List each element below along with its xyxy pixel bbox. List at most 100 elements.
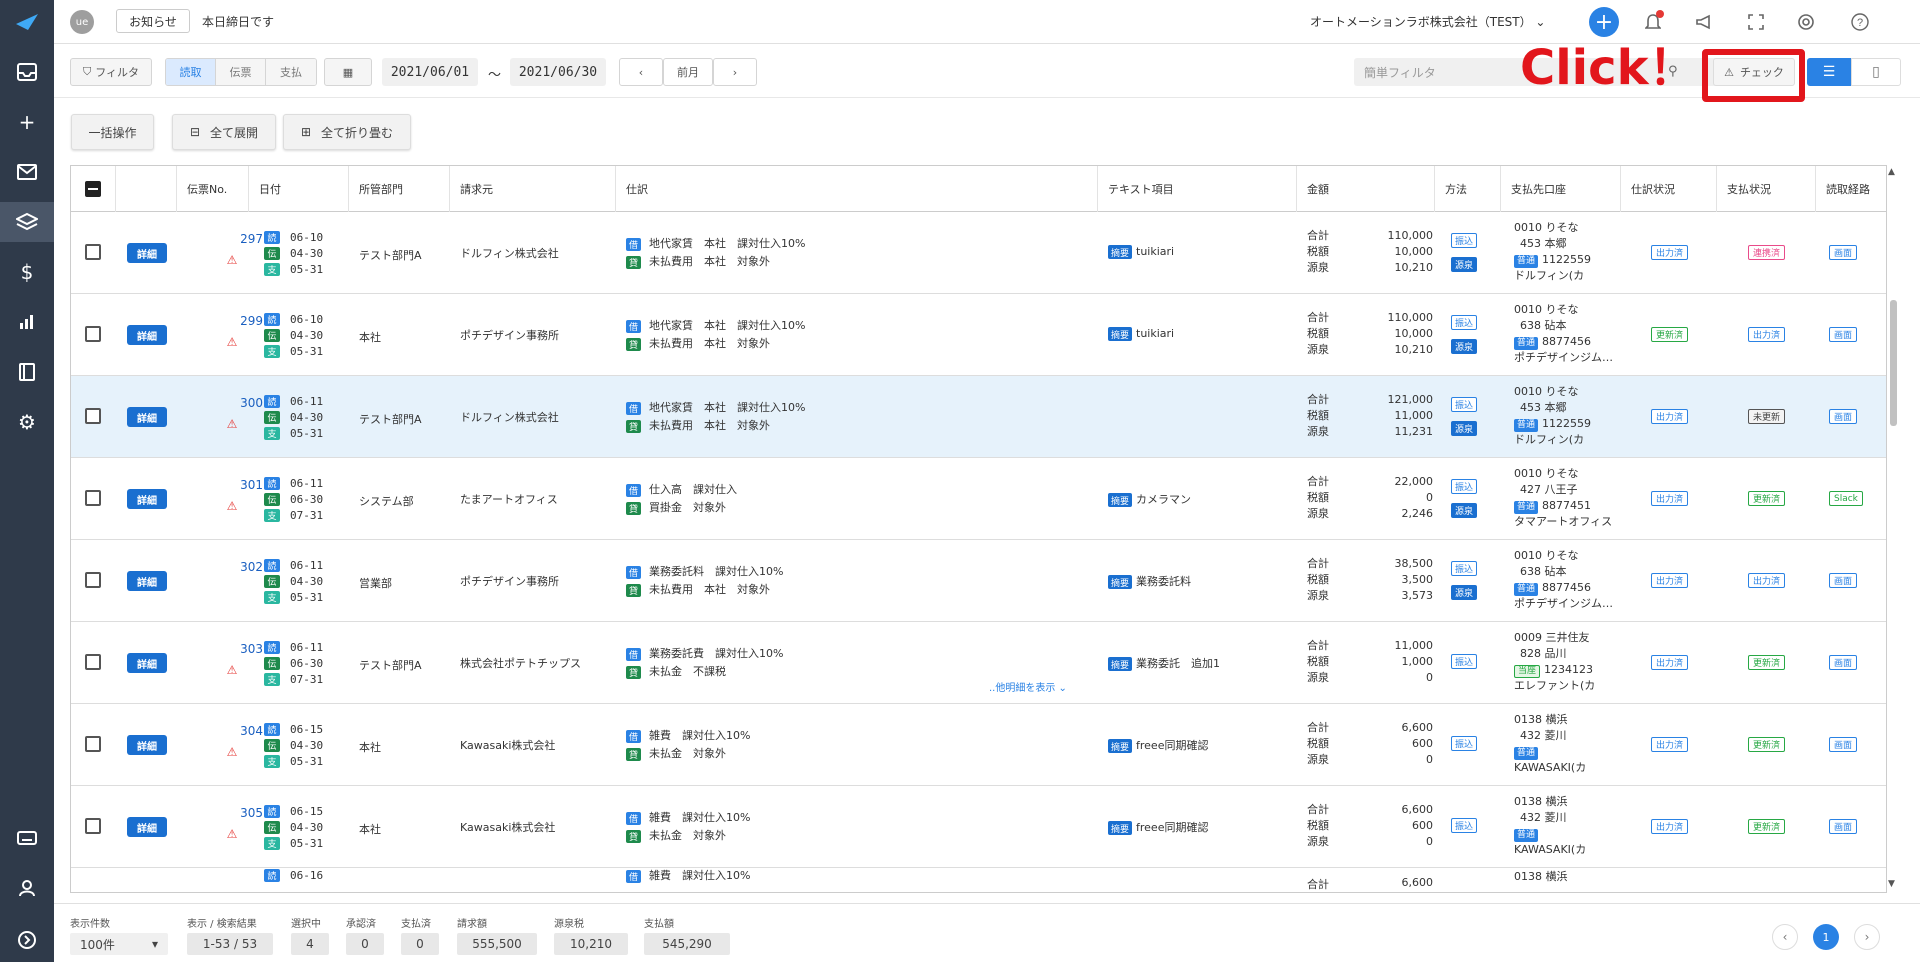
row-checkbox[interactable]	[85, 818, 101, 834]
voucher-number[interactable]: 302	[201, 560, 263, 574]
row-checkbox[interactable]	[85, 572, 101, 588]
detail-button[interactable]: 詳細	[127, 571, 167, 591]
voucher-number[interactable]: 300	[201, 396, 263, 410]
withholding-label: 源泉	[1307, 589, 1329, 602]
tax-value: 10,000	[1394, 327, 1434, 340]
col-journal[interactable]: 仕訳	[616, 166, 1098, 212]
next-icon[interactable]: ›	[713, 58, 757, 86]
total-label: 合計	[1307, 393, 1329, 406]
voucher-number[interactable]: 305	[201, 806, 263, 820]
voucher-number[interactable]: 301	[201, 478, 263, 492]
news-button[interactable]: お知らせ	[116, 9, 190, 33]
table-row[interactable]: 詳細 302 読 06-11 伝 04-30 支 05-31 営業部 ポチデザイン事務所 借業務委託…	[71, 540, 1886, 622]
row-checkbox[interactable]	[85, 408, 101, 424]
layers-icon[interactable]	[0, 202, 54, 242]
detail-button[interactable]: 詳細	[127, 325, 167, 345]
scroll-thumb[interactable]	[1890, 300, 1897, 426]
avatar[interactable]: ue	[70, 10, 94, 34]
detail-button[interactable]: 詳細	[127, 735, 167, 755]
account-block: 0009 三井住友 828 品川 当座 1234123 エレファント(カ	[1514, 630, 1595, 694]
detail-button[interactable]: 詳細	[127, 489, 167, 509]
voucher-number[interactable]: 304	[201, 724, 263, 738]
prev-month-button[interactable]: 前月	[663, 58, 713, 86]
per-page-select[interactable]: 100件 ▾	[70, 933, 168, 955]
row-checkbox[interactable]	[85, 244, 101, 260]
table-row[interactable]: 詳細 301 ⚠ 読 06-11 伝 06-30 支 07-31 システム部 たまアートオフィス 借仕…	[71, 458, 1886, 540]
settings-icon[interactable]: ⚙	[0, 402, 54, 442]
table-row[interactable]: 詳細 303 ⚠ 読 06-11 伝 06-30 支 07-31 テスト部門A 株式会社ポテトチップ…	[71, 622, 1886, 704]
row-checkbox[interactable]	[85, 654, 101, 670]
collapse-all-button[interactable]: ⊞ 全て折り畳む	[283, 114, 411, 150]
table-row[interactable]: 詳細 304 ⚠ 読 06-15 伝 04-30 支 05-31 本社 Kawasaki株式会社 借雑…	[71, 704, 1886, 786]
row-checkbox[interactable]	[85, 326, 101, 342]
prev-icon[interactable]: ‹	[619, 58, 663, 86]
calendar-icon[interactable]: ▦	[324, 58, 372, 86]
voucher-number[interactable]: 297	[201, 232, 263, 246]
scroll-up-icon[interactable]: ▲	[1888, 167, 1895, 177]
voucher-number[interactable]: 299	[201, 314, 263, 328]
show-more-link[interactable]: ..他明細を表示 ⌄	[989, 679, 1067, 694]
logout-icon[interactable]	[0, 920, 54, 960]
journal-credit: 貸未払金 不課税	[626, 663, 726, 679]
table-scrollbar[interactable]: ▲ ▼	[1887, 165, 1899, 893]
list-view-button[interactable]: ☰	[1807, 58, 1851, 86]
detail-button[interactable]: 詳細	[127, 817, 167, 837]
mail-icon[interactable]	[0, 152, 54, 192]
col-vendor[interactable]: 請求元	[450, 166, 616, 212]
seg-payment[interactable]: 支払	[266, 59, 316, 85]
keyboard-icon[interactable]	[0, 818, 54, 858]
seg-slip[interactable]: 伝票	[216, 59, 266, 85]
date-from-input[interactable]: 2021/06/01	[382, 58, 478, 86]
invoice-value: 555,500	[457, 933, 537, 955]
filter-button[interactable]: ⛉ フィルタ	[70, 58, 152, 86]
expand-all-button[interactable]: ⊟ 全て展開	[172, 114, 276, 150]
col-payment-status[interactable]: 支払状況	[1717, 166, 1816, 212]
voucher-number[interactable]: 303	[201, 642, 263, 656]
bulk-action-button[interactable]: 一括操作	[71, 114, 154, 150]
page-next-icon[interactable]: ›	[1854, 924, 1880, 950]
table-row[interactable]: 詳細 299 ⚠ 読 06-10 伝 04-30 支 05-31 本社 ポチデザイン事務所 借地代家賃…	[71, 294, 1886, 376]
page-prev-icon[interactable]: ‹	[1772, 924, 1798, 950]
col-text[interactable]: テキスト項目	[1098, 166, 1297, 212]
dollar-icon[interactable]: $	[0, 252, 54, 292]
account-type-badge: 普通	[1514, 500, 1539, 514]
table-row[interactable]: 読 06-16 借雑費 課対仕入10% 合計 6,600 0138 横浜	[71, 868, 1886, 892]
row-checkbox[interactable]	[85, 490, 101, 506]
detail-button[interactable]: 詳細	[127, 407, 167, 427]
row-checkbox[interactable]	[85, 736, 101, 752]
col-amount[interactable]: 金額	[1297, 166, 1435, 212]
support-icon[interactable]	[1794, 10, 1818, 34]
col-date[interactable]: 日付	[249, 166, 349, 212]
create-button[interactable]: +	[1589, 7, 1619, 37]
seg-read[interactable]: 読取	[166, 59, 216, 85]
detail-button[interactable]: 詳細	[127, 653, 167, 673]
chart-icon[interactable]	[0, 302, 54, 342]
help-icon[interactable]: ?	[1848, 10, 1872, 34]
col-dept[interactable]: 所管部門	[349, 166, 450, 212]
fullscreen-icon[interactable]	[1744, 10, 1768, 34]
date-to-input[interactable]: 2021/06/30	[510, 58, 606, 86]
col-route[interactable]: 読取経路	[1816, 166, 1886, 212]
user-icon[interactable]	[0, 868, 54, 908]
scroll-down-icon[interactable]: ▼	[1888, 879, 1895, 889]
detail-button[interactable]: 詳細	[127, 243, 167, 263]
add-icon[interactable]: +	[0, 102, 54, 142]
page-current[interactable]: 1	[1813, 924, 1839, 950]
table-row[interactable]: 詳細 300 ⚠ 読 06-11 伝 04-30 支 05-31 テスト部門A ドルフィン株式会社 借…	[71, 376, 1886, 458]
book-icon[interactable]	[0, 352, 54, 392]
logo-icon[interactable]	[0, 2, 54, 42]
col-account[interactable]: 支払先口座	[1501, 166, 1621, 212]
col-voucher-no[interactable]: 伝票No.	[177, 166, 249, 212]
megaphone-icon[interactable]	[1692, 10, 1716, 34]
text-item-value: カメラマン	[1136, 493, 1192, 506]
table-row[interactable]: 詳細 297 ⚠ 読 06-10 伝 04-30 支 05-31 テスト部門A ドルフィン株式会社 借…	[71, 212, 1886, 294]
col-method[interactable]: 方法	[1435, 166, 1501, 212]
select-all-checkbox[interactable]	[85, 181, 101, 197]
inbox-icon[interactable]	[0, 52, 54, 92]
col-journal-status[interactable]: 仕訳状況	[1621, 166, 1717, 212]
table-row[interactable]: 詳細 305 ⚠ 読 06-15 伝 04-30 支 05-31 本社 Kawasaki株式会社 借雑…	[71, 786, 1886, 868]
date-type-icon: 支	[264, 590, 280, 604]
bell-icon[interactable]	[1641, 10, 1665, 34]
company-selector[interactable]: オートメーションラボ株式会社（TEST） ⌄	[1310, 13, 1546, 30]
panel-view-button[interactable]: ▯	[1851, 58, 1901, 86]
